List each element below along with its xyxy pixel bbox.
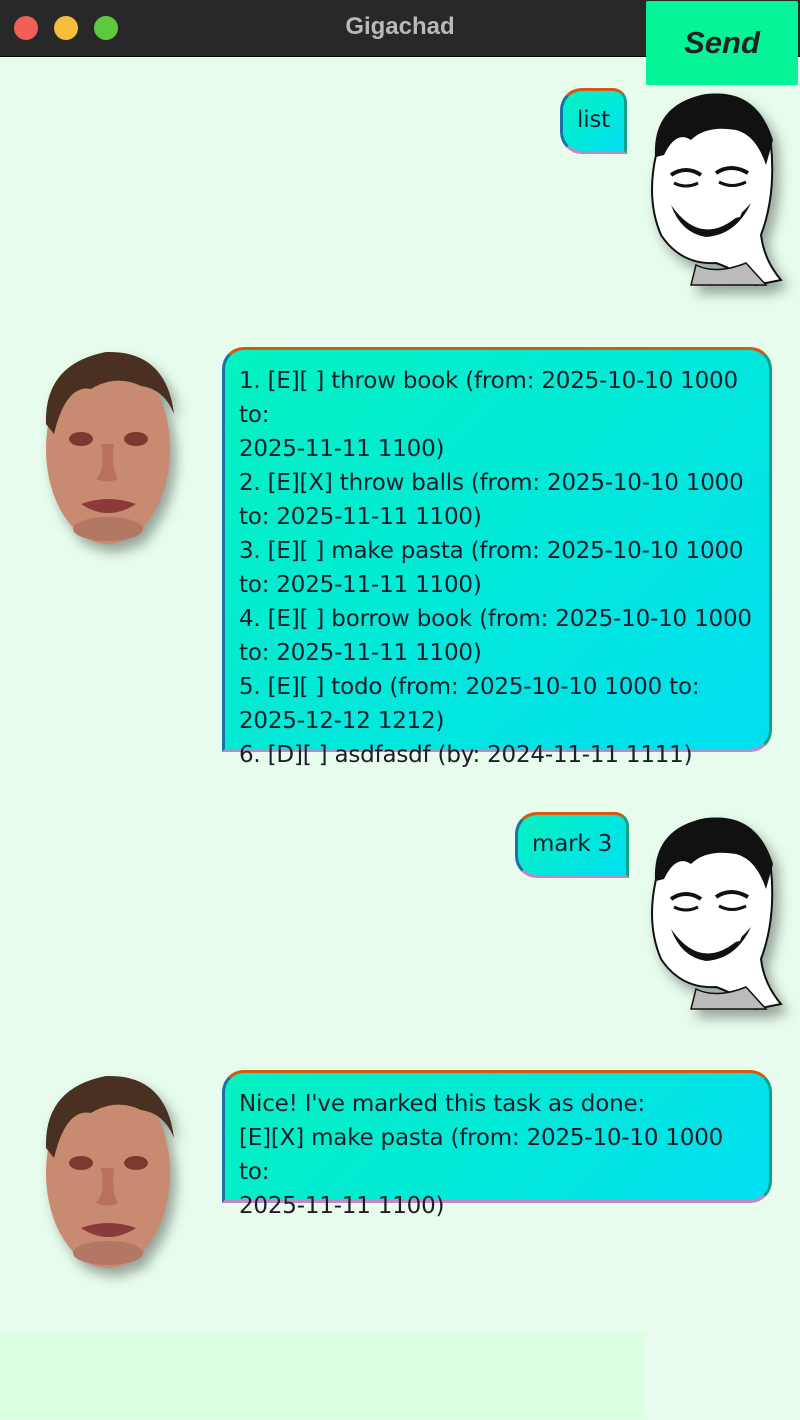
laughing-meme-face-icon: [636, 85, 783, 287]
user-message-bubble: mark 3: [515, 812, 630, 878]
crying-face-icon: [36, 344, 176, 544]
message-input[interactable]: [0, 1333, 644, 1419]
bot-message-bubble: 1. [E][ ] throw book (from: 2025-10-10 1…: [222, 347, 772, 768]
send-button[interactable]: Send: [646, 1, 798, 85]
crying-face-icon: [36, 1068, 176, 1268]
bot-message-bubble: Nice! I've marked this task as done: [E]…: [222, 1070, 772, 1219]
app-window: Gigachad list 1. [E][] throw book (from…: [0, 0, 800, 1420]
chat-area[interactable]: list 1. [E][] throw book (from: 2025-10…: [0, 57, 800, 1332]
user-message-bubble: list: [560, 88, 627, 154]
laughing-meme-face-icon: [636, 809, 783, 1011]
input-bar: [0, 1333, 800, 1420]
